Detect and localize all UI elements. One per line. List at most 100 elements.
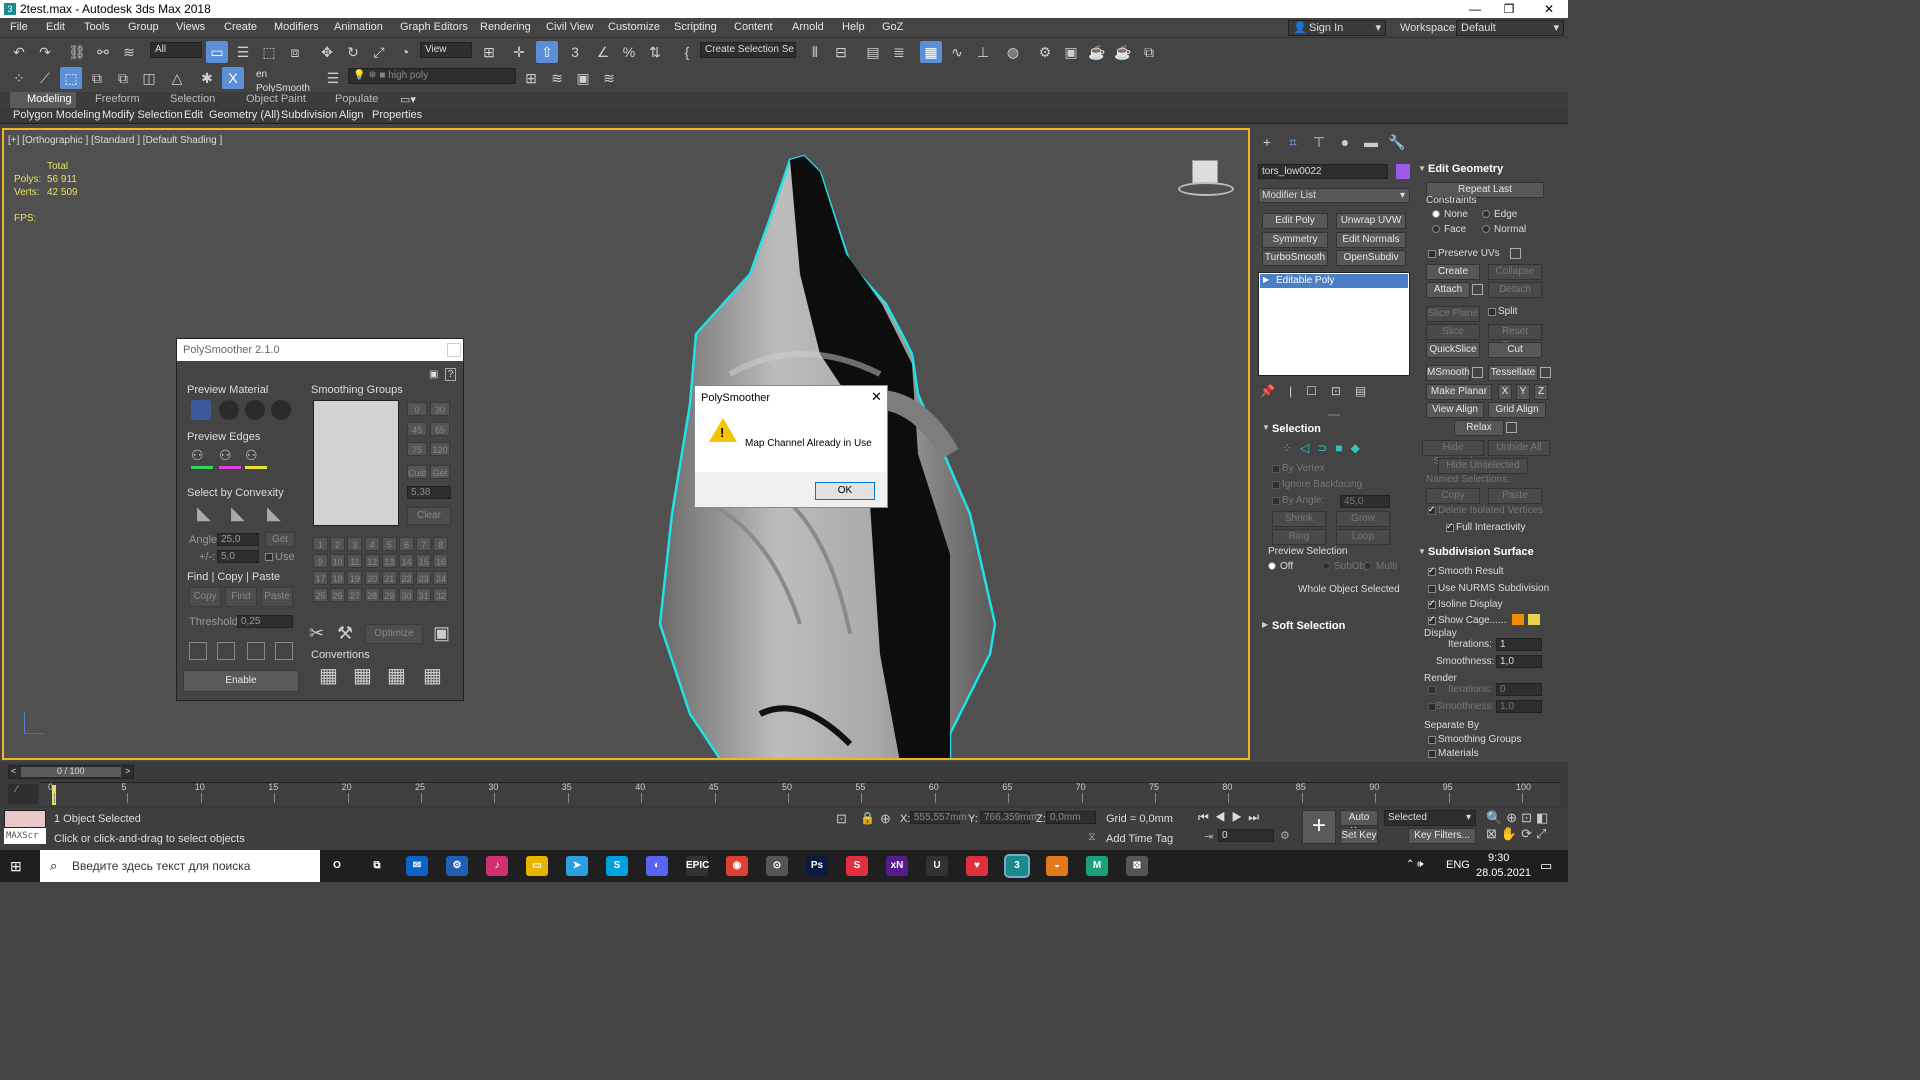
selection-filter-dropdown[interactable]: All xyxy=(150,42,202,58)
render-smoothness-spinner[interactable]: 1,0 xyxy=(1496,700,1542,713)
smoothness-spinner[interactable]: 1,0 xyxy=(1496,655,1542,668)
notifications-icon[interactable]: ▭ xyxy=(1540,858,1552,874)
ribbon-tab-freeform[interactable]: Freeform xyxy=(95,93,140,105)
ribbon-panel-subdivision[interactable]: Subdivision xyxy=(281,109,337,121)
schematic-view-icon[interactable]: ⊥ xyxy=(972,41,994,63)
ribbon-tab-modeling[interactable]: Modeling xyxy=(27,93,72,105)
y-coordinate[interactable]: 766,359mm xyxy=(980,811,1037,824)
smoothing-group-3-button[interactable]: 3 xyxy=(347,537,363,551)
clear-button[interactable]: Clear xyxy=(407,507,451,525)
align-icon[interactable]: ⊟ xyxy=(830,41,852,63)
edit-normals-button[interactable]: Edit Normals xyxy=(1336,232,1406,248)
angle-30-button[interactable]: 30 xyxy=(430,402,450,416)
select-by-name-icon[interactable]: ☰ xyxy=(232,41,254,63)
smoothing-group-14-button[interactable]: 14 xyxy=(399,554,414,568)
menu-create[interactable]: Create xyxy=(224,21,257,33)
object-name-field[interactable]: tors_low0022 xyxy=(1258,164,1388,179)
get-angle-button[interactable]: Get xyxy=(265,532,295,547)
close-icon[interactable]: ✕ xyxy=(871,389,882,405)
cut-button[interactable]: Cut xyxy=(1488,342,1542,358)
slice-plane-button[interactable]: Slice Plane xyxy=(1426,306,1480,322)
material-sphere-icon[interactable] xyxy=(245,400,265,420)
window-crossing-icon[interactable]: ⧈ xyxy=(284,41,306,63)
layer-stack-icon[interactable]: ≋ xyxy=(546,67,568,89)
smoothing-group-11-button[interactable]: 11 xyxy=(347,554,363,568)
close-container-icon[interactable]: ◫ xyxy=(138,67,160,89)
time-slider[interactable]: < 0 / 100 > xyxy=(8,765,134,779)
smoothing-group-1-button[interactable]: 1 xyxy=(313,537,328,551)
smoothing-group-23-button[interactable]: 23 xyxy=(416,571,432,585)
menu-scripting[interactable]: Scripting xyxy=(674,21,717,33)
split-checkbox[interactable] xyxy=(1488,308,1496,316)
preview-multi-radio[interactable] xyxy=(1364,562,1372,570)
rectangular-selection-icon[interactable]: ⬚ xyxy=(258,41,280,63)
menu-file[interactable]: File xyxy=(10,21,28,33)
edges-magenta-icon[interactable]: ⚇ xyxy=(219,447,241,475)
stack-item-editable-poly[interactable]: ▶ Editable Poly xyxy=(1260,274,1408,288)
find-button[interactable]: Find xyxy=(225,587,257,607)
convert-icon[interactable]: ▦ xyxy=(387,663,406,688)
tray-icons[interactable]: ⌃ 🕪 xyxy=(1406,859,1423,870)
material-sphere-icon[interactable] xyxy=(271,400,291,420)
constraint-none-radio[interactable] xyxy=(1432,210,1440,218)
playback-controls[interactable]: ⏮◀▶⏭ xyxy=(1198,810,1298,826)
paste-named-button[interactable]: Paste xyxy=(1488,488,1542,504)
open-container-icon[interactable]: ⧉ xyxy=(112,67,134,89)
smoothing-group-16-button[interactable]: 16 xyxy=(433,554,449,568)
ribbon-panel-edit[interactable]: Edit xyxy=(184,109,203,121)
layers-icon[interactable]: ☰ xyxy=(322,67,344,89)
by-angle-spinner[interactable]: 45,0 xyxy=(1340,495,1390,508)
link-icon[interactable]: ⛓ xyxy=(66,41,88,63)
menu-modifiers[interactable]: Modifiers xyxy=(274,21,319,33)
menu-content[interactable]: Content xyxy=(734,21,773,33)
menu-graph-editors[interactable]: Graph Editors xyxy=(400,21,468,33)
settings-icon[interactable] xyxy=(1506,422,1517,433)
ribbon-panel-modify-selection[interactable]: Modify Selection xyxy=(102,109,183,121)
angle-45-button[interactable]: 45 xyxy=(407,422,427,436)
taskbar-app-icon[interactable]: ♪ xyxy=(486,856,508,876)
current-frame-spinner[interactable]: 0 xyxy=(1218,829,1274,842)
close-window-button[interactable]: ✕ xyxy=(1532,0,1566,18)
subdivision-surface-title[interactable]: Subdivision Surface xyxy=(1428,546,1534,558)
subobject-level-icons[interactable]: ⁘◁⊃■◆ xyxy=(1282,441,1368,455)
ok-button[interactable]: OK xyxy=(815,482,875,500)
taskbar-app-icon[interactable]: ⚙ xyxy=(446,856,468,876)
ring-button[interactable]: Ring xyxy=(1272,529,1326,545)
lock-icon[interactable]: 🔒 xyxy=(860,811,875,825)
create-tab-icon[interactable]: + xyxy=(1256,134,1278,154)
render-iterations-spinner[interactable]: 0 xyxy=(1496,683,1542,696)
grid-icon[interactable] xyxy=(275,642,293,660)
edges-green-icon[interactable]: ⚇ xyxy=(191,447,213,475)
move-icon[interactable]: ✥ xyxy=(316,41,338,63)
grid-icon[interactable] xyxy=(247,642,265,660)
compass-icon[interactable]: ⚒ xyxy=(337,623,353,644)
place-icon[interactable]: ◔ xyxy=(394,41,416,63)
stack-tools-icons[interactable]: 📌|☐⊡▤ xyxy=(1260,384,1380,398)
separate-smoothing-groups-checkbox[interactable] xyxy=(1428,736,1436,744)
edit-named-selection-icon[interactable]: { xyxy=(676,41,698,63)
taskbar-app-icon[interactable]: ◐ xyxy=(646,856,668,876)
taskbar-app-icon[interactable]: EPIC xyxy=(686,856,709,876)
taskbar-app-icon[interactable]: Ps xyxy=(806,856,828,876)
modify-tab-icon[interactable]: ⌗ xyxy=(1282,134,1304,154)
constraint-normal-radio[interactable] xyxy=(1482,225,1490,233)
menu-views[interactable]: Views xyxy=(176,21,205,33)
smoothing-group-28-button[interactable]: 28 xyxy=(364,588,380,602)
menu-animation[interactable]: Animation xyxy=(334,21,383,33)
time-config-icon[interactable]: ⚙ xyxy=(1280,829,1290,842)
taskbar-app-icon[interactable]: ⧉ xyxy=(366,856,388,876)
ribbon-tab-populate[interactable]: Populate xyxy=(335,93,378,105)
taskbar-app-icon[interactable]: ➤ xyxy=(566,856,588,876)
opensubdiv-button[interactable]: OpenSubdiv xyxy=(1336,250,1406,266)
angle-spinner[interactable]: 25,0 xyxy=(217,533,259,546)
time-tag-icon[interactable]: ⧖ xyxy=(1088,831,1096,844)
soft-selection-rollout-title[interactable]: Soft Selection xyxy=(1272,620,1345,632)
select-manipulate-icon[interactable]: ✛ xyxy=(508,41,530,63)
viewport-navigation-icons[interactable]: 🔍⊕⊡◧ ⊠✋⟳⤢ xyxy=(1486,810,1562,844)
maxscript-listener[interactable] xyxy=(4,810,46,828)
smoothing-group-31-button[interactable]: 31 xyxy=(416,588,432,602)
edit-geometry-title[interactable]: Edit Geometry xyxy=(1428,163,1503,175)
set-key-button[interactable]: Set Key xyxy=(1340,828,1378,844)
taskbar-app-icon[interactable]: ▭ xyxy=(526,856,548,876)
unwrap-uvw-button[interactable]: Unwrap UVW xyxy=(1336,213,1406,229)
